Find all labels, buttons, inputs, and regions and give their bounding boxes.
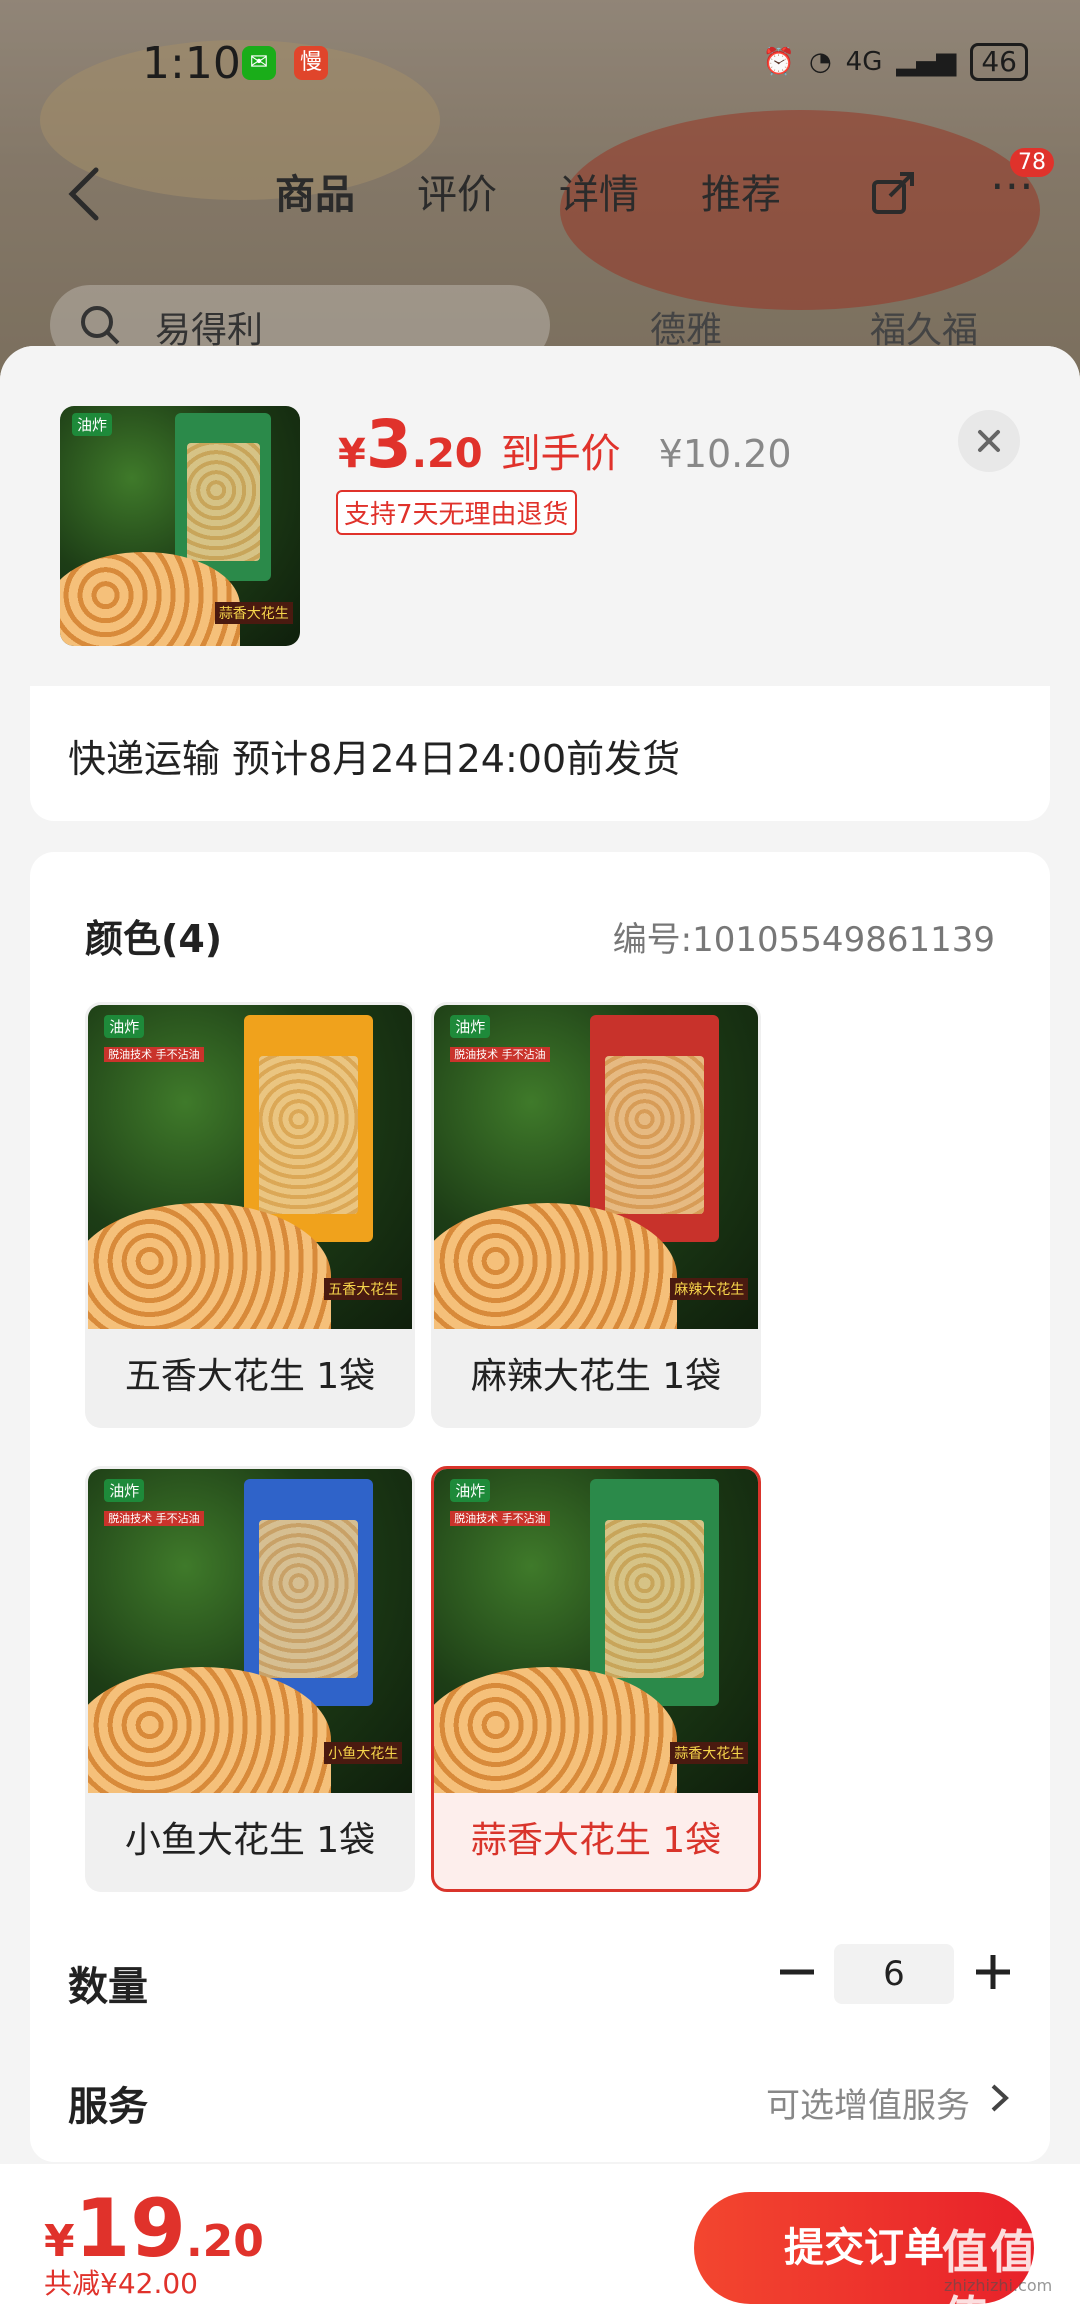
product-sub-tag: 脱油技术 手不沾油 [450,1047,550,1063]
product-label: 五香大花生 [324,1277,403,1300]
bottom-bar: ¥ 19 .20 共减¥42.00 提交订单 值值值 zhizhizhi.com [0,2164,1080,2310]
pack-image [589,1478,720,1706]
product-tag: 油炸 [104,1478,145,1502]
option-image: 油炸 脱油技术 手不沾油 蒜香大花生 [434,1469,758,1793]
product-sub-tag: 脱油技术 手不沾油 [104,1047,204,1063]
chevron-right-icon[interactable] [988,2078,1012,2118]
app-notification-icon: 慢 [294,46,328,80]
option-image: 油炸 脱油技术 手不沾油 五香大花生 [88,1005,412,1329]
product-tag: 油炸 [72,413,113,437]
product-thumbnail: 油炸 蒜香大花生 [60,406,300,646]
more-badge: 78 [1010,148,1054,177]
product-label: 蒜香大花生 [214,602,293,625]
delivery-card: 快递运输 预计8月24日24:00前发货 [30,676,1050,821]
delivery-info: 快递运输 预计8月24日24:00前发货 [68,737,681,781]
watermark: 值值值 [942,2225,1038,2310]
option-label: 蒜香大花生 1袋 [470,1820,722,1861]
price-line: ¥ 3 .20 到手价 ¥10.20 [338,406,792,483]
minus-icon[interactable] [772,1942,822,2002]
price-currency: ¥ [338,431,366,477]
price-decimal: .20 [411,431,483,477]
product-label: 蒜香大花生 [670,1741,749,1764]
color-title: 颜色(4) [85,917,223,961]
service-label: 服务 [68,2084,148,2130]
alarm-icon: ⏰ [762,47,795,77]
option-label: 小鱼大花生 1袋 [124,1820,376,1861]
option-label: 麻辣大花生 1袋 [470,1356,722,1397]
product-sub-tag: 脱油技术 手不沾油 [450,1511,550,1527]
tab-recommend[interactable]: 推荐 [701,162,781,220]
tab-details[interactable]: 详情 [559,162,639,220]
saving-text: 共减¥42.00 [44,2267,198,2300]
product-tag: 油炸 [450,1014,491,1038]
product-label: 小鱼大花生 [324,1741,403,1764]
product-sub-tag: 脱油技术 手不沾油 [104,1511,204,1527]
final-price-label: 到手价 [500,431,621,477]
nav-tabs: 商品 评价 详情 推荐 [275,162,781,220]
signal-icon: ▂▄▆ [896,47,957,77]
original-price: ¥10.20 [658,432,792,476]
pack-image [175,413,272,582]
status-bar: 1:10 ✉ 慢 ⏰ ◔ 4G ▂▄▆ 46 [0,0,1080,130]
plus-icon[interactable] [968,1942,1018,2002]
option-label: 五香大花生 1袋 [124,1356,376,1397]
product-label: 麻辣大花生 [670,1277,749,1300]
search-icon [81,306,120,345]
option-image: 油炸 脱油技术 手不沾油 小鱼大花生 [88,1469,412,1793]
product-image: 油炸 蒜香大花生 [60,406,300,646]
wechat-icon: ✉ [242,46,276,80]
purchase-sheet: 快递运输 预计8月24日24:00前发货 油炸 蒜香大花生 ¥ 3 .20 到手… [0,346,1080,2310]
total-currency: ¥ [44,2216,75,2267]
product-tag: 油炸 [450,1478,491,1502]
close-button[interactable] [958,410,1020,472]
spec-card: 颜色(4) 编号:10105549861139 油炸 脱油技术 手不沾油 五香大… [30,852,1050,2162]
color-option[interactable]: 油炸 脱油技术 手不沾油 小鱼大花生 小鱼大花生 1袋 [85,1466,415,1892]
total-decimal: .20 [185,2216,264,2267]
pack-image [243,1014,374,1242]
pack-image [243,1478,374,1706]
sku-code: 编号:10105549861139 [612,920,995,960]
top-nav: 商品 评价 详情 推荐 ⋯ 78 [0,148,1080,240]
close-icon [978,430,1000,452]
return-policy-badge: 支持7天无理由退货 [336,490,577,535]
product-tag: 油炸 [104,1014,145,1038]
color-option[interactable]: 油炸 脱油技术 手不沾油 麻辣大花生 麻辣大花生 1袋 [431,1002,761,1428]
service-value[interactable]: 可选增值服务 [766,2078,970,2127]
status-time: 1:10 [142,38,241,89]
wifi-icon: ◔ [808,47,832,77]
quantity-input[interactable]: 6 [834,1944,954,2004]
tab-reviews[interactable]: 评价 [417,162,497,220]
tab-goods[interactable]: 商品 [275,162,355,220]
watermark-url: zhizhizhi.com [944,2276,1053,2295]
pack-image [589,1014,720,1242]
quantity-label: 数量 [68,1964,148,2010]
share-icon[interactable] [868,168,918,218]
battery-indicator: 46 [970,43,1028,81]
color-option-selected[interactable]: 油炸 脱油技术 手不沾油 蒜香大花生 蒜香大花生 1袋 [431,1466,761,1892]
network-label: 4G [845,47,883,77]
sheet-header: 油炸 蒜香大花生 ¥ 3 .20 到手价 ¥10.20 支持7天无理由退货 [0,346,1080,686]
price-integer: 3 [365,406,412,483]
option-image: 油炸 脱油技术 手不沾油 麻辣大花生 [434,1005,758,1329]
color-option[interactable]: 油炸 脱油技术 手不沾油 五香大花生 五香大花生 1袋 [85,1002,415,1428]
back-icon[interactable] [60,164,110,224]
status-icons: ⏰ ◔ 4G ▂▄▆ 46 [763,42,1028,82]
